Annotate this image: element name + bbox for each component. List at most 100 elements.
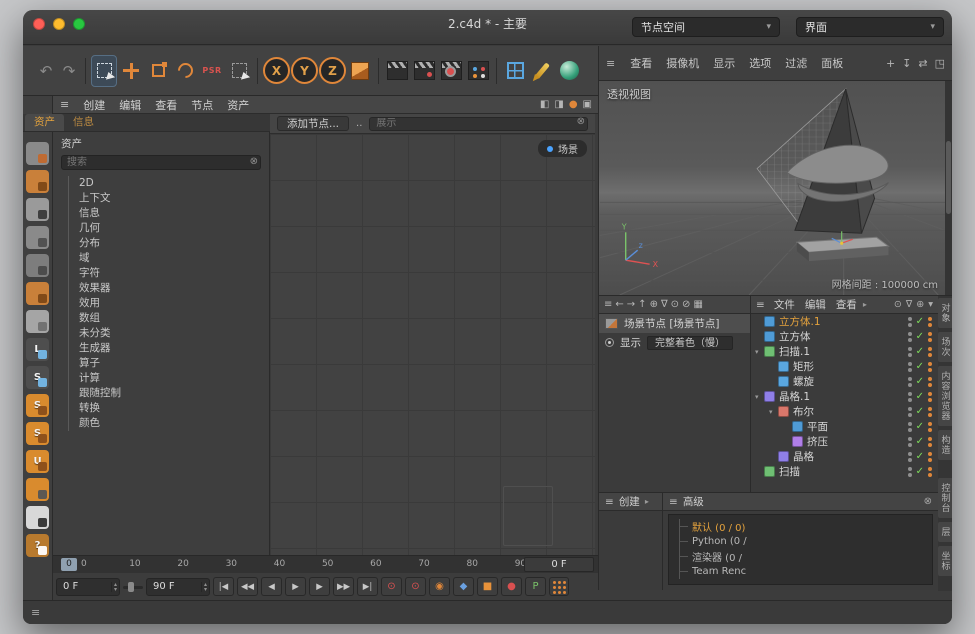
selection-filter-button[interactable] — [226, 55, 252, 87]
clear-filter-icon[interactable]: ⊗ — [577, 116, 585, 127]
timeline-playhead[interactable]: 0 — [61, 558, 77, 571]
visibility-dots-icon[interactable] — [908, 467, 912, 477]
menu-item[interactable]: 资产 — [220, 97, 256, 113]
scale-button[interactable] — [145, 55, 171, 87]
hide-icon[interactable]: ⊘ — [682, 299, 690, 310]
enabled-check-icon[interactable]: ✓ — [916, 361, 924, 372]
viewport-menu-item[interactable]: 选项 — [742, 55, 778, 71]
visibility-dots-icon[interactable] — [908, 392, 912, 402]
prev-frame-button[interactable]: ◀ — [261, 577, 282, 596]
asset-category-item[interactable]: 跟随控制 — [69, 386, 269, 401]
visibility-dots-icon[interactable] — [908, 377, 912, 387]
keyframe-scale-button[interactable]: ■ — [477, 577, 498, 596]
hamburger-icon[interactable]: ≡ — [31, 606, 40, 619]
object-row[interactable]: 扫描 ✓ — [751, 464, 938, 479]
om-menu-item[interactable]: 编辑 — [801, 297, 830, 312]
swap-view-icon[interactable]: ⇄ — [918, 57, 927, 70]
asset-category-item[interactable]: 信息 — [69, 206, 269, 221]
viewport-menu-item[interactable]: 查看 — [623, 55, 659, 71]
enabled-check-icon[interactable]: ✓ — [916, 346, 924, 357]
maximize-view-icon[interactable]: ◳ — [935, 57, 945, 70]
keyframe-selection-button[interactable] — [549, 577, 569, 596]
keyframe-position-button[interactable]: ◆ — [453, 577, 474, 596]
asset-category-item[interactable]: 转换 — [69, 401, 269, 416]
object-row[interactable]: ▾ 晶格.1 ✓ — [751, 389, 938, 404]
asset-category-item[interactable]: 效用 — [69, 296, 269, 311]
render-queue-item[interactable]: Team Renc — [680, 564, 932, 579]
enabled-check-icon[interactable]: ✓ — [916, 331, 924, 342]
scene-context-chip[interactable]: 场景 — [538, 140, 587, 157]
asset-category-item[interactable]: 分布 — [69, 236, 269, 251]
end-frame-field[interactable]: 90 F ▴▾ — [146, 578, 210, 596]
editor-render-dots-icon[interactable] — [928, 452, 932, 462]
tool-cube-dark-icon[interactable] — [26, 254, 49, 277]
material-button[interactable] — [556, 55, 582, 87]
object-row[interactable]: 晶格 ✓ — [751, 449, 938, 464]
visibility-dots-icon[interactable] — [908, 407, 912, 417]
tool-metaball-icon[interactable] — [26, 198, 49, 221]
menu-item[interactable]: 编辑 — [112, 97, 148, 113]
side-tab[interactable]: 场次 — [938, 332, 953, 362]
object-row[interactable]: 平面 ✓ — [751, 419, 938, 434]
asset-category-item[interactable]: 数组 — [69, 311, 269, 326]
editor-render-dots-icon[interactable] — [928, 317, 932, 327]
viewport-scrollbar[interactable] — [945, 81, 952, 295]
side-tab[interactable]: 内容浏览器 — [938, 366, 953, 426]
grid-icon[interactable]: ▦ — [693, 299, 702, 310]
stepper-icons[interactable]: ▴▾ — [111, 582, 117, 592]
psr-button[interactable]: PSR — [199, 55, 225, 87]
search-icon[interactable]: ⊙ — [894, 299, 902, 310]
prev-key-button[interactable]: ◀◀ — [237, 577, 258, 596]
viewport-menu-item[interactable]: 面板 — [814, 55, 850, 71]
timeline-mini-slider[interactable] — [123, 578, 143, 596]
chevron-right-icon[interactable]: ▸ — [863, 300, 867, 309]
forward-icon[interactable]: → — [627, 299, 635, 310]
goto-end-button[interactable]: ▶| — [357, 577, 378, 596]
enabled-check-icon[interactable]: ✓ — [916, 406, 924, 417]
tool-primitive-cube-icon[interactable] — [26, 170, 49, 193]
tool-cube-amber-icon[interactable] — [26, 282, 49, 305]
tool-cube-anchor-icon[interactable] — [26, 142, 49, 165]
keyframe-rotation-button[interactable]: ● — [501, 577, 522, 596]
new-panel-icon[interactable]: ▣ — [583, 99, 592, 110]
panel-tab[interactable]: 信息 — [64, 114, 103, 131]
editor-render-dots-icon[interactable] — [928, 422, 932, 432]
close-icon[interactable]: ⊗ — [924, 496, 932, 507]
asset-category-item[interactable]: 字符 — [69, 266, 269, 281]
object-row[interactable]: ▾ 布尔 ✓ — [751, 404, 938, 419]
viewport-menu-item[interactable]: 显示 — [706, 55, 742, 71]
pan-view-icon[interactable]: + — [886, 57, 895, 70]
asset-category-item[interactable]: 2D — [69, 176, 269, 191]
lock-icon[interactable]: ● — [569, 99, 578, 110]
side-tab[interactable]: 对象 — [938, 298, 953, 328]
asset-category-item[interactable]: 颜色 — [69, 416, 269, 431]
magic-cube-button[interactable] — [502, 55, 528, 87]
menu-item[interactable]: 节点 — [184, 97, 220, 113]
rotate-button[interactable] — [172, 55, 198, 87]
node-space-select[interactable]: 节点空间 ▾ — [632, 17, 780, 37]
menu-item[interactable]: 查看 — [148, 97, 184, 113]
editor-render-dots-icon[interactable] — [928, 437, 932, 447]
enabled-check-icon[interactable]: ✓ — [916, 466, 924, 477]
perspective-viewport[interactable]: Y X z 透视视图 网格间距 : 100000 cm — [598, 81, 952, 295]
move-button[interactable] — [118, 55, 144, 87]
expander-icon[interactable]: ▾ — [755, 348, 764, 356]
object-row[interactable]: 立方体 ✓ — [751, 329, 938, 344]
lock-z-axis-button[interactable]: Z — [319, 57, 346, 84]
visibility-dots-icon[interactable] — [908, 332, 912, 342]
asset-category-item[interactable]: 算子 — [69, 356, 269, 371]
expander-icon[interactable]: ▾ — [755, 393, 764, 401]
tool-spline-arc-icon[interactable]: S — [26, 366, 49, 389]
panel-tab[interactable]: 资产 — [25, 114, 64, 131]
chevron-down-icon[interactable]: ▾ — [928, 299, 933, 310]
object-row[interactable]: ▾ 扫描.1 ✓ — [751, 344, 938, 359]
node-editor-canvas[interactable]: 场景 — [270, 134, 595, 555]
filter-icon[interactable]: ∇ — [661, 299, 668, 310]
asset-category-item[interactable]: 效果器 — [69, 281, 269, 296]
live-selection-button[interactable] — [91, 55, 117, 87]
enabled-check-icon[interactable]: ✓ — [916, 391, 924, 402]
back-icon[interactable]: ← — [615, 299, 623, 310]
filter-icon[interactable]: ∇ — [906, 299, 912, 310]
next-key-button[interactable]: ▶▶ — [333, 577, 354, 596]
keyframe-parameter-button[interactable]: P — [525, 577, 546, 596]
